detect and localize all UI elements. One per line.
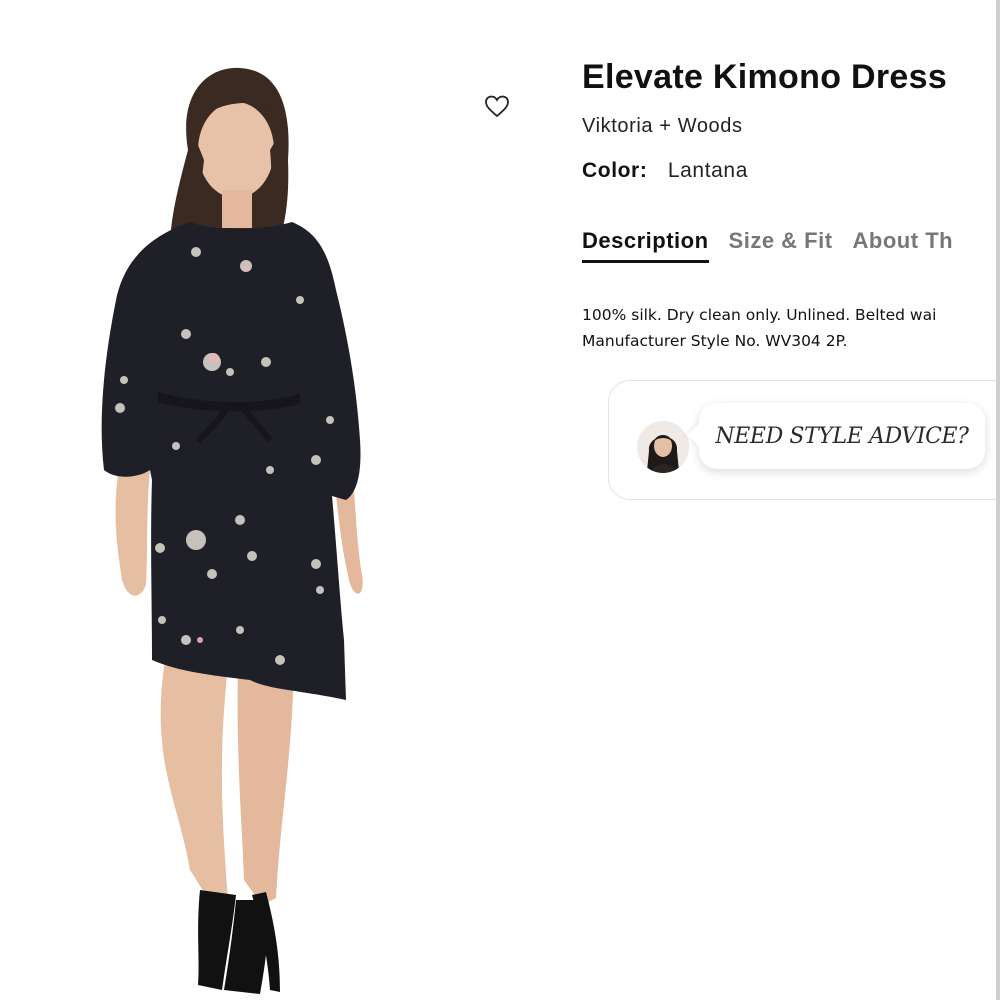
color-value: Lantana (667, 159, 748, 182)
tab-about[interactable]: About Th (853, 228, 954, 263)
color-label: Color: (582, 159, 648, 182)
favorite-button[interactable] (484, 94, 518, 126)
tab-size-fit[interactable]: Size & Fit (729, 228, 833, 263)
tab-description[interactable]: Description (582, 228, 709, 263)
description-line: 100% silk. Dry clean only. Unlined. Belt… (582, 306, 937, 324)
description-line: Manufacturer Style No. WV304 2P. (582, 332, 848, 350)
style-advice-label: NEED STYLE ADVICE? (715, 423, 969, 449)
product-image[interactable] (0, 0, 540, 1000)
heart-outline-icon (485, 95, 509, 118)
brand-link[interactable]: Viktoria + Woods (582, 115, 743, 138)
avatar (637, 421, 689, 473)
product-tabs: Description Size & Fit About Th (582, 228, 953, 263)
style-advice-button[interactable]: NEED STYLE ADVICE? (687, 403, 985, 469)
bubble-tail (687, 423, 711, 447)
product-title: Elevate Kimono Dress (582, 58, 948, 96)
style-advice-card: NEED STYLE ADVICE? (608, 380, 1000, 500)
stylist-avatar-icon (637, 421, 689, 473)
color-row: Color: Lantana (582, 159, 748, 183)
model-illustration (101, 67, 363, 994)
description-text: 100% silk. Dry clean only. Unlined. Belt… (582, 302, 1000, 354)
product-info: Elevate Kimono Dress Viktoria + Woods Co… (582, 0, 1000, 1000)
scrollbar-edge (996, 0, 1000, 1000)
